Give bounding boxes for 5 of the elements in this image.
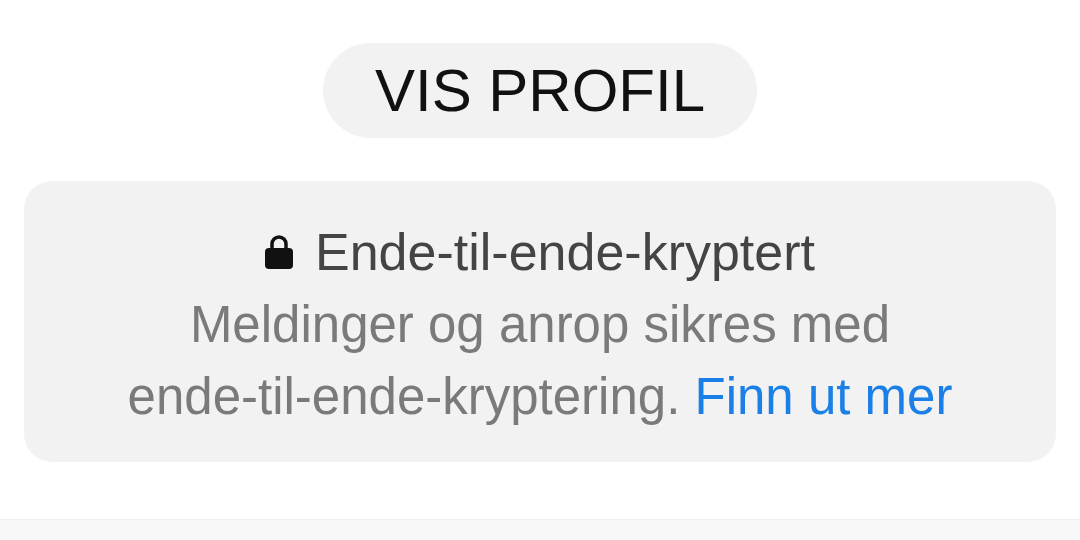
encryption-title: Ende-til-ende-kryptert <box>315 222 815 283</box>
view-profile-button[interactable]: VIS PROFIL <box>323 43 757 138</box>
lock-icon <box>265 235 293 269</box>
encryption-description: Meldinger og anrop sikres med ende-til-ende-kryptering. Finn ut mer <box>127 295 953 427</box>
learn-more-link[interactable]: Finn ut mer <box>694 368 953 425</box>
